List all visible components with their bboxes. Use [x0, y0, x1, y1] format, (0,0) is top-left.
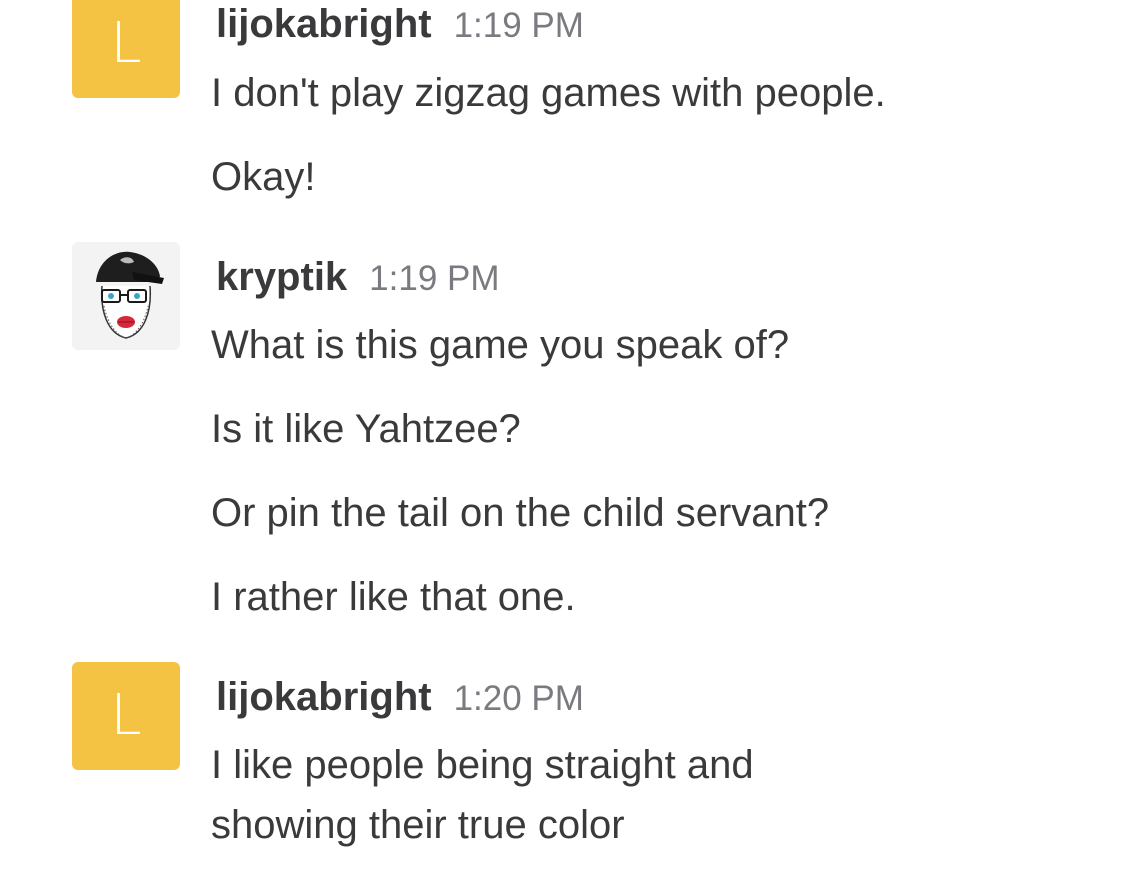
message-text: I don't play zigzag games with people.	[211, 71, 886, 115]
message-text: What is this game you speak of?	[211, 323, 790, 367]
avatar[interactable]	[72, 242, 180, 350]
message-header: kryptik 1:19 PM	[216, 255, 500, 299]
timestamp: 1:19 PM	[369, 259, 500, 298]
message-text: Is it like Yahtzee?	[211, 407, 521, 451]
username[interactable]: lijokabright	[216, 2, 432, 46]
avatar[interactable]: L	[72, 662, 180, 770]
hipster-face-avatar-icon	[96, 251, 164, 339]
message-text: showing their true color	[211, 803, 625, 847]
message-text: I rather like that one.	[211, 575, 576, 619]
message-text: Okay!	[211, 155, 316, 199]
timestamp: 1:20 PM	[453, 679, 584, 718]
message-header: lijokabright 1:19 PM	[216, 2, 584, 46]
timestamp: 1:19 PM	[453, 6, 584, 45]
avatar[interactable]: L	[72, 0, 180, 98]
message-text: Or pin the tail on the child servant?	[211, 491, 830, 535]
username[interactable]: kryptik	[216, 255, 347, 299]
message-text: I like people being straight and	[211, 743, 754, 787]
message-header: lijokabright 1:20 PM	[216, 675, 584, 719]
username[interactable]: lijokabright	[216, 675, 432, 719]
